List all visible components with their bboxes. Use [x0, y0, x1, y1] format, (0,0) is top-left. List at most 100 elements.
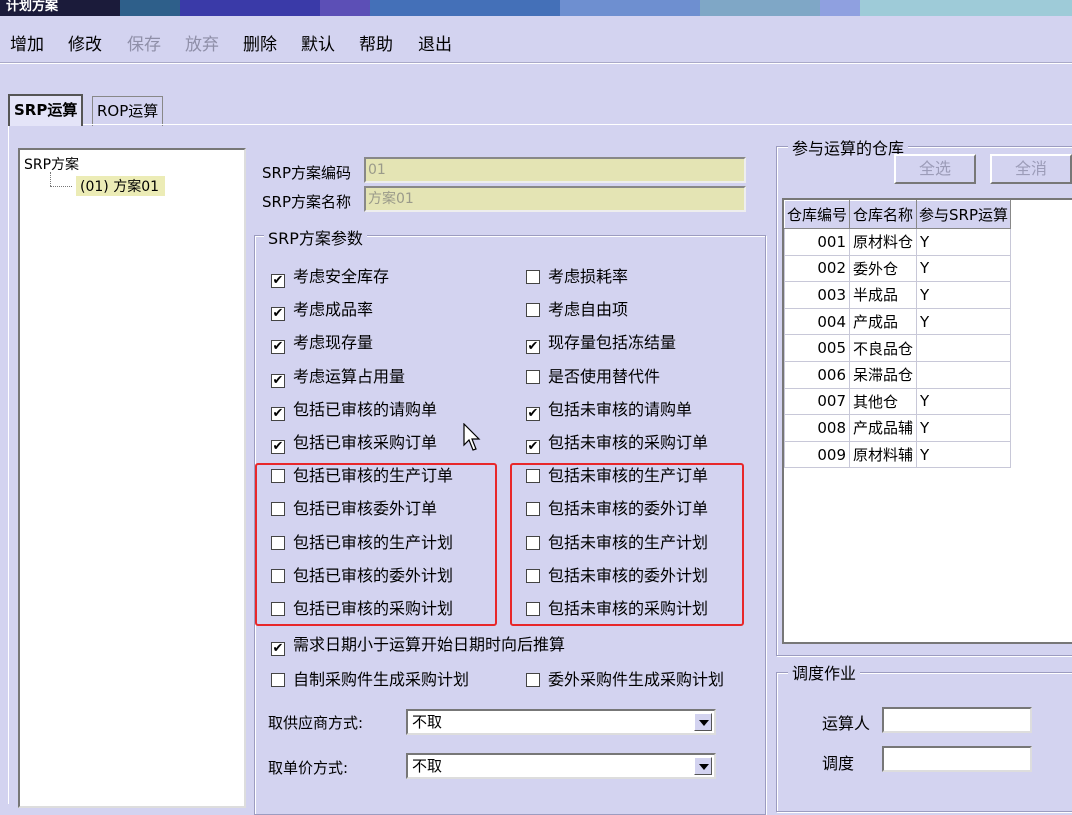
default-button[interactable]: 默认: [301, 30, 335, 55]
param-checkbox-right-9[interactable]: 包括未审核的委外计划: [526, 566, 708, 585]
scheme-code-field[interactable]: 01: [364, 157, 746, 183]
checkbox-box[interactable]: ✔: [271, 373, 285, 388]
table-row[interactable]: 001 原材料仓 Y: [783, 228, 1012, 256]
edit-button[interactable]: 修改: [68, 30, 102, 55]
checkbox-box[interactable]: ✔: [271, 274, 285, 288]
cell-participate[interactable]: Y: [916, 228, 1012, 256]
table-row[interactable]: 004 产成品 Y: [783, 307, 1012, 336]
checkbox-box[interactable]: ✔: [526, 440, 540, 454]
schedule-input[interactable]: [882, 746, 1032, 772]
param-checkbox-right-0[interactable]: 考虑损耗率: [526, 268, 628, 286]
table-row[interactable]: 007 其他仓 Y: [783, 387, 1012, 416]
backward-calc-checkbox[interactable]: ✔ 需求日期小于运算开始日期时向后推算: [271, 636, 565, 656]
price-mode-select[interactable]: 不取: [406, 753, 716, 779]
table-row[interactable]: 003 半成品 Y: [783, 281, 1012, 309]
checkbox-box[interactable]: [271, 535, 285, 550]
cell-warehouse-name[interactable]: 原材料辅: [849, 440, 918, 469]
param-checkbox-right-2[interactable]: ✔ 现存量包括冻结量: [526, 334, 676, 355]
checkbox-box[interactable]: [526, 469, 540, 484]
param-checkbox-left-5[interactable]: ✔ 包括已审核采购订单: [271, 434, 437, 454]
operator-input[interactable]: [882, 707, 1032, 733]
outsource-purchase-checkbox[interactable]: 委外采购件生成采购计划: [526, 671, 724, 689]
cell-warehouse-name[interactable]: 半成品: [849, 281, 918, 309]
checkbox-box[interactable]: [271, 502, 285, 517]
cell-warehouse-code[interactable]: 001: [783, 228, 851, 256]
tab-srp[interactable]: SRP运算: [8, 94, 84, 126]
param-checkbox-right-1[interactable]: 考虑自由项: [526, 301, 628, 319]
cell-participate[interactable]: [916, 334, 1012, 362]
checkbox-box[interactable]: ✔: [271, 340, 285, 355]
param-checkbox-left-4[interactable]: ✔ 包括已审核的请购单: [271, 400, 437, 421]
checkbox-box[interactable]: [271, 568, 285, 583]
param-checkbox-right-6[interactable]: 包括未审核的生产订单: [526, 467, 708, 485]
checkbox-box[interactable]: ✔: [271, 307, 285, 322]
param-checkbox-right-7[interactable]: 包括未审核的委外订单: [526, 500, 708, 518]
cell-participate[interactable]: Y: [916, 254, 1012, 283]
cell-warehouse-name[interactable]: 其他仓: [849, 387, 918, 416]
checkbox-box[interactable]: ✔: [526, 340, 540, 355]
add-button[interactable]: 增加: [10, 30, 44, 55]
param-checkbox-left-0[interactable]: ✔ 考虑安全库存: [271, 268, 389, 288]
cell-participate[interactable]: Y: [916, 307, 1012, 336]
cell-warehouse-code[interactable]: 004: [783, 307, 851, 336]
checkbox-box[interactable]: [526, 502, 540, 517]
cell-warehouse-code[interactable]: 002: [783, 254, 851, 283]
cell-participate[interactable]: Y: [916, 414, 1012, 442]
column-header-name[interactable]: 仓库名称: [849, 200, 918, 229]
cell-warehouse-name[interactable]: 产成品: [849, 307, 918, 336]
tab-rop[interactable]: ROP运算: [92, 96, 164, 126]
warehouse-grid[interactable]: 仓库编号 仓库名称 参与SRP运算 001 原材料仓 Y 002 委外仓 Y 003 半成品 Y…: [782, 198, 1072, 644]
checkbox-box[interactable]: [526, 535, 540, 550]
checkbox-box[interactable]: [526, 568, 540, 583]
select-all-button[interactable]: 全选: [894, 154, 976, 184]
checkbox-box[interactable]: [271, 469, 285, 484]
delete-button[interactable]: 删除: [243, 30, 277, 55]
column-header-code[interactable]: 仓库编号: [783, 200, 851, 229]
checkbox-box[interactable]: ✔: [526, 406, 540, 421]
selfmade-purchase-checkbox[interactable]: 自制采购件生成采购计划: [271, 671, 469, 689]
scheme-name-field[interactable]: 方案01: [364, 186, 746, 212]
table-row[interactable]: 006 呆滞品仓: [783, 360, 1012, 389]
chevron-down-icon[interactable]: [694, 713, 712, 731]
checkbox-box[interactable]: [526, 602, 540, 616]
cell-warehouse-code[interactable]: 009: [783, 440, 851, 469]
param-checkbox-left-10[interactable]: 包括已审核的采购计划: [271, 600, 453, 618]
param-checkbox-right-10[interactable]: 包括未审核的采购计划: [526, 600, 708, 618]
cell-warehouse-name[interactable]: 呆滞品仓: [849, 360, 918, 389]
table-row[interactable]: 009 原材料辅 Y: [783, 440, 1012, 469]
checkbox-box[interactable]: ✔: [271, 406, 285, 421]
param-checkbox-left-2[interactable]: ✔ 考虑现存量: [271, 334, 373, 355]
cell-warehouse-name[interactable]: 不良品仓: [849, 334, 918, 362]
table-row[interactable]: 002 委外仓 Y: [783, 254, 1012, 283]
checkbox-box[interactable]: [526, 303, 540, 318]
chevron-down-icon[interactable]: [694, 757, 712, 775]
checkbox-box[interactable]: [526, 270, 540, 284]
param-checkbox-left-9[interactable]: 包括已审核的委外计划: [271, 566, 453, 585]
cell-warehouse-name[interactable]: 产成品辅: [849, 414, 918, 442]
cell-warehouse-code[interactable]: 008: [783, 414, 851, 442]
discard-button[interactable]: 放弃: [185, 30, 219, 55]
help-button[interactable]: 帮助: [359, 30, 393, 55]
checkbox-box[interactable]: ✔: [271, 642, 285, 656]
cell-participate[interactable]: Y: [916, 387, 1012, 416]
checkbox-box[interactable]: ✔: [271, 440, 285, 454]
scheme-tree[interactable]: SRP方案 (01) 方案01: [18, 148, 246, 808]
param-checkbox-right-3[interactable]: 是否使用替代件: [526, 367, 660, 386]
cell-warehouse-code[interactable]: 007: [783, 387, 851, 416]
cell-warehouse-name[interactable]: 委外仓: [849, 254, 918, 283]
cell-warehouse-code[interactable]: 003: [783, 281, 851, 309]
deselect-all-button[interactable]: 全消: [990, 154, 1072, 184]
column-header-participate[interactable]: 参与SRP运算: [916, 200, 1012, 229]
checkbox-box[interactable]: [526, 673, 540, 687]
param-checkbox-right-4[interactable]: ✔ 包括未审核的请购单: [526, 400, 692, 421]
table-row[interactable]: 008 产成品辅 Y: [783, 414, 1012, 442]
cell-warehouse-code[interactable]: 006: [783, 360, 851, 389]
supplier-mode-select[interactable]: 不取: [406, 709, 716, 735]
cell-participate[interactable]: Y: [916, 440, 1012, 469]
cell-participate[interactable]: Y: [916, 281, 1012, 309]
param-checkbox-right-8[interactable]: 包括未审核的生产计划: [526, 533, 708, 552]
param-checkbox-left-6[interactable]: 包括已审核的生产订单: [271, 467, 453, 485]
tree-node-scheme01[interactable]: (01) 方案01: [76, 176, 166, 196]
save-button[interactable]: 保存: [127, 30, 161, 55]
cell-participate[interactable]: [916, 360, 1012, 389]
